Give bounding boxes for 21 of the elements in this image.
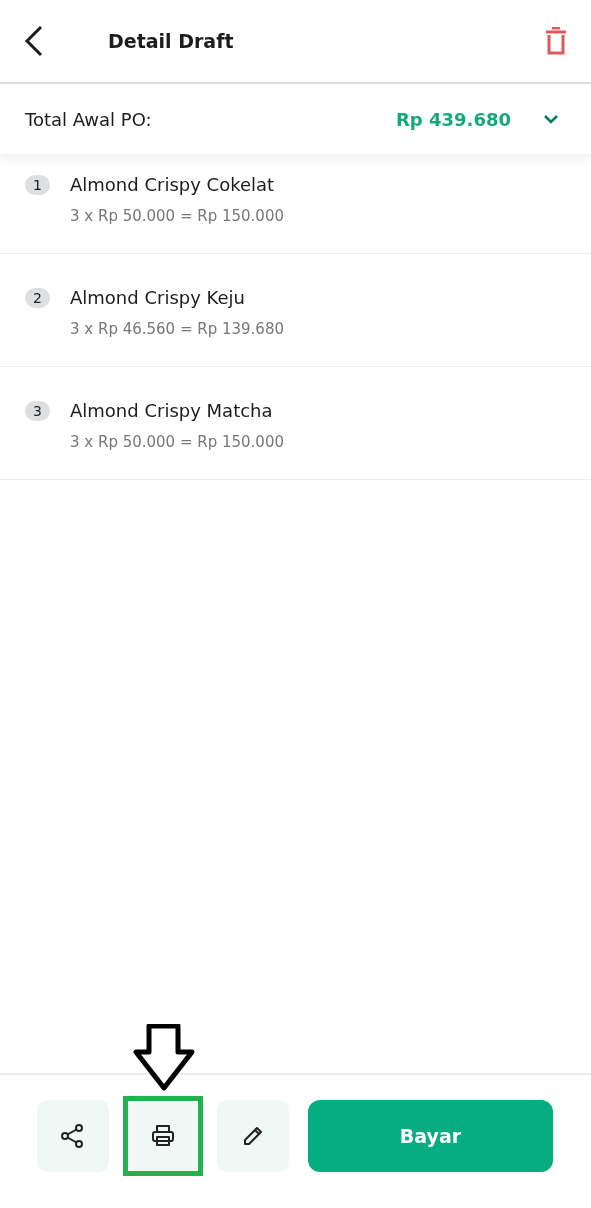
pay-button[interactable]: Bayar — [308, 1099, 553, 1172]
back-icon[interactable] — [24, 25, 44, 57]
total-amount: Rp 439.680 — [396, 108, 511, 130]
product-name: Almond Crispy Keju — [70, 287, 245, 308]
item-number: 1 — [25, 174, 50, 195]
trash-icon[interactable] — [545, 27, 567, 55]
printer-icon — [151, 1123, 175, 1148]
product-name: Almond Crispy Cokelat — [70, 174, 275, 195]
price-calculation: 3 x Rp 50.000 = Rp 150.000 — [70, 207, 285, 225]
down-arrow-drawing — [133, 1023, 195, 1092]
price-calculation: 3 x Rp 46.560 = Rp 139.680 — [70, 320, 285, 338]
item-number: 2 — [25, 287, 50, 308]
chevron-down-icon[interactable] — [543, 114, 559, 124]
product-name: Almond Crispy Matcha — [70, 400, 273, 421]
edit-button[interactable] — [217, 1099, 289, 1172]
share-icon — [61, 1123, 85, 1148]
item-number: 3 — [25, 400, 50, 421]
total-label: Total Awal PO: — [25, 108, 153, 130]
price-calculation: 3 x Rp 50.000 = Rp 150.000 — [70, 433, 285, 451]
share-button[interactable] — [37, 1099, 109, 1172]
page-title: Detail Draft — [108, 30, 235, 52]
